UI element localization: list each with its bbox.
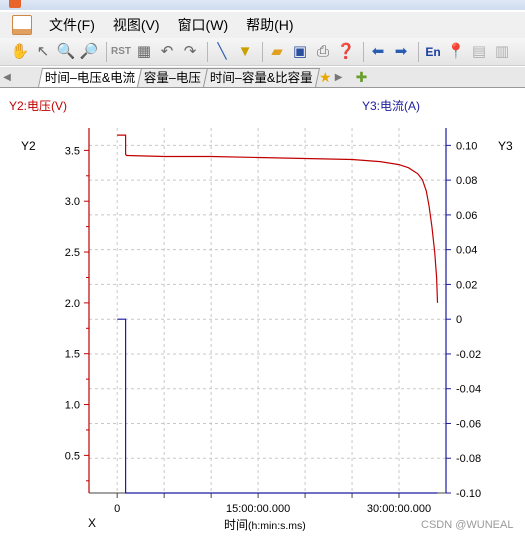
right-axis-tick-label: 0.08 [456,175,477,187]
layout-a-icon[interactable]: ▤ [469,42,489,62]
left-axis-tick-label: 0.5 [65,450,80,462]
menu-bar: 文件(F) 视图(V) 窗口(W) 帮助(H) [0,12,525,38]
fit-icon[interactable]: ▦ [134,42,154,62]
tab-capacity-voltage[interactable]: 容量–电压 [137,68,209,87]
right-axis-tick-label: -0.08 [456,453,481,465]
left-axis-tick-label: 1.0 [65,400,80,412]
left-axis-tick-label: 1.5 [65,349,80,361]
left-axis-tick-label: 2.5 [65,247,80,259]
tab-scroll-right-icon[interactable]: ▶ [332,72,346,83]
right-axis-tick-label: 0.06 [456,210,477,222]
left-axis-tick-label: 3.5 [65,145,80,157]
menu-help[interactable]: 帮助(H) [237,15,302,35]
hand-icon[interactable]: ✋ [10,42,30,62]
line-icon[interactable]: ╲ [212,42,232,62]
back-icon[interactable]: ⬅ [368,42,388,62]
toolbar: ✋ ↖ 🔍 🔎 RST ▦ ↶ ↷ ╲ ▼ ▰ ▣ ⎙ ❓ ⬅ ➡ En 📍 ▤… [0,38,525,66]
open-folder-icon[interactable]: ▰ [267,42,287,62]
current-series-line [117,318,438,494]
right-axis-tick-label: -0.06 [456,418,481,430]
undo-icon[interactable]: ↶ [157,42,177,62]
menu-view[interactable]: 视图(V) [104,15,169,35]
forward-icon[interactable]: ➡ [391,42,411,62]
x-axis-tick-label: 0 [114,503,120,515]
tab-label: 容量–电压 [144,71,202,85]
voltage-series-line [117,134,439,303]
left-axis-tick-label: 2.0 [65,298,80,310]
menu-file[interactable]: 文件(F) [40,15,104,35]
layout-b-icon[interactable]: ▥ [492,42,512,62]
toolbar-separator [207,41,208,62]
toolbar-separator [106,41,107,62]
language-icon[interactable]: En [423,42,443,62]
save-icon[interactable]: ▣ [290,42,310,62]
tab-time-capacity[interactable]: 时间–容量&比容量 [203,68,321,87]
tab-time-voltage-current[interactable]: 时间–电压&电流 [37,68,143,87]
plot[interactable]: 0.5 1.0 1.5 2.0 2.5 3.0 3.5 -0.10 -0.08 -0.06 -0.0… [0,88,525,528]
tab-scroll-left-icon[interactable]: ◀ [0,72,14,83]
pointer-icon[interactable]: ↖ [33,42,53,62]
tab-bar: ◀ 时间–电压&电流 容量–电压 时间–容量&比容量 ★ ▶ ✚ [0,67,525,88]
right-axis-tick-label: -0.10 [456,488,481,500]
add-tab-icon[interactable]: ✚ [356,69,368,86]
language-label: En [425,44,441,59]
window-title-bar [0,0,525,10]
toolbar-separator [363,41,364,62]
x-axis-tick-label: 30:00:00.000 [367,503,431,515]
help-icon[interactable]: ❓ [336,42,356,62]
right-axis-tick-label: -0.02 [456,349,481,361]
pin-icon[interactable]: 📍 [446,42,466,62]
chart-area: Y2:电压(V) Y3:电流(A) Y2 Y3 0.5 1.0 1.5 2.0 2.5 3… [0,88,525,540]
redo-icon[interactable]: ↷ [180,42,200,62]
right-axis-tick-label: 0.10 [456,140,477,152]
x-axis-title: 时间(h:min:s.ms) [224,516,306,533]
favorite-star-icon[interactable]: ★ [319,69,332,86]
x-axis-tick-label: 15:00:00.000 [226,503,290,515]
reset-icon[interactable]: RST [111,42,131,62]
document-menu-icon[interactable] [12,15,32,35]
print-icon[interactable]: ⎙ [313,42,333,62]
left-axis-tick-label: 3.0 [65,196,80,208]
filter-icon[interactable]: ▼ [235,42,255,62]
right-axis-tick-label: 0.04 [456,245,477,257]
x-axis-name: X [88,516,97,530]
right-axis-tick-label: 0 [456,314,462,326]
zoom-in-icon[interactable]: 🔍 [56,42,76,62]
zoom-out-icon[interactable]: 🔎 [79,42,99,62]
right-axis-tick-label: -0.04 [456,384,481,396]
toolbar-separator [262,41,263,62]
tab-label: 时间–电压&电流 [44,71,136,85]
x-axis-title-main: 时间 [224,518,249,532]
x-axis-title-unit: (h:min:s.ms) [248,520,306,532]
reset-label: RST [111,45,131,57]
toolbar-separator [418,41,419,62]
menu-window[interactable]: 窗口(W) [169,15,238,35]
right-axis-tick-label: 0.02 [456,279,477,291]
app-icon [9,0,21,8]
tab-label: 时间–容量&比容量 [210,71,313,85]
watermark: CSDN @WUNEAL [421,519,514,531]
